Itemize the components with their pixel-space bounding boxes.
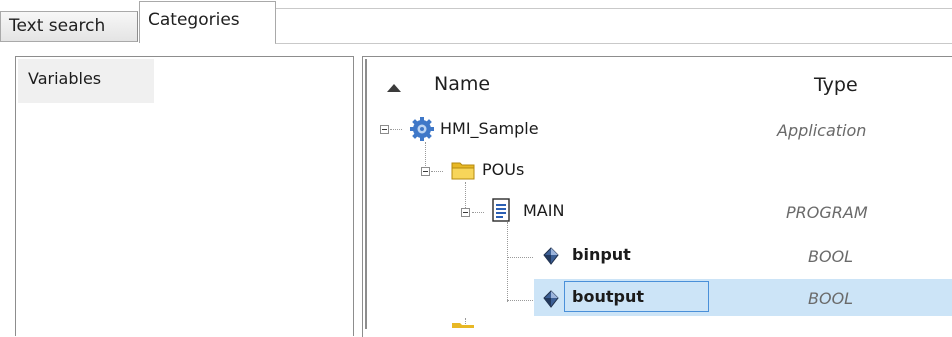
- column-header-name[interactable]: Name: [434, 73, 490, 95]
- collapse-toggle[interactable]: [421, 167, 430, 176]
- sort-ascending-icon[interactable]: [387, 84, 401, 92]
- gear-icon: [410, 117, 434, 141]
- tree-node-type: PROGRAM: [786, 203, 868, 222]
- tree-node-binput[interactable]: binput: [572, 245, 631, 264]
- tree-node-type: Application: [777, 121, 867, 140]
- tab-strip-bar: [275, 8, 952, 44]
- tab-strip: Text search Categories: [0, 0, 952, 44]
- tree-node-boutput[interactable]: boutput: [572, 287, 644, 306]
- variable-icon: [543, 247, 559, 265]
- tree-node-type: BOOL: [808, 289, 854, 308]
- tree-line: [507, 222, 508, 302]
- tree-node-hmi-sample[interactable]: HMI_Sample: [440, 119, 539, 138]
- tab-categories[interactable]: Categories: [139, 1, 276, 43]
- tree-node-pous[interactable]: POUs: [482, 160, 524, 179]
- tree-line: [507, 300, 533, 301]
- tree-line: [431, 171, 443, 172]
- tree-node-main[interactable]: MAIN: [523, 201, 564, 220]
- folder-icon: [451, 162, 475, 180]
- category-list: Variables: [15, 56, 354, 336]
- tree-line: [472, 212, 484, 213]
- category-item-variables[interactable]: Variables: [18, 59, 154, 103]
- variable-icon: [543, 290, 559, 308]
- category-item-label: Variables: [28, 69, 102, 88]
- panel-edge: [365, 59, 367, 329]
- column-header-type[interactable]: Type: [814, 74, 858, 96]
- tab-categories-label: Categories: [148, 10, 240, 30]
- tree-line: [507, 257, 533, 258]
- collapse-toggle[interactable]: [380, 125, 389, 134]
- tab-text-search-label: Text search: [9, 16, 106, 36]
- collapse-toggle[interactable]: [461, 208, 470, 217]
- tree-node-type: BOOL: [808, 247, 854, 266]
- tab-text-search[interactable]: Text search: [0, 11, 138, 42]
- document-icon: [492, 198, 510, 222]
- tree-line: [390, 129, 402, 130]
